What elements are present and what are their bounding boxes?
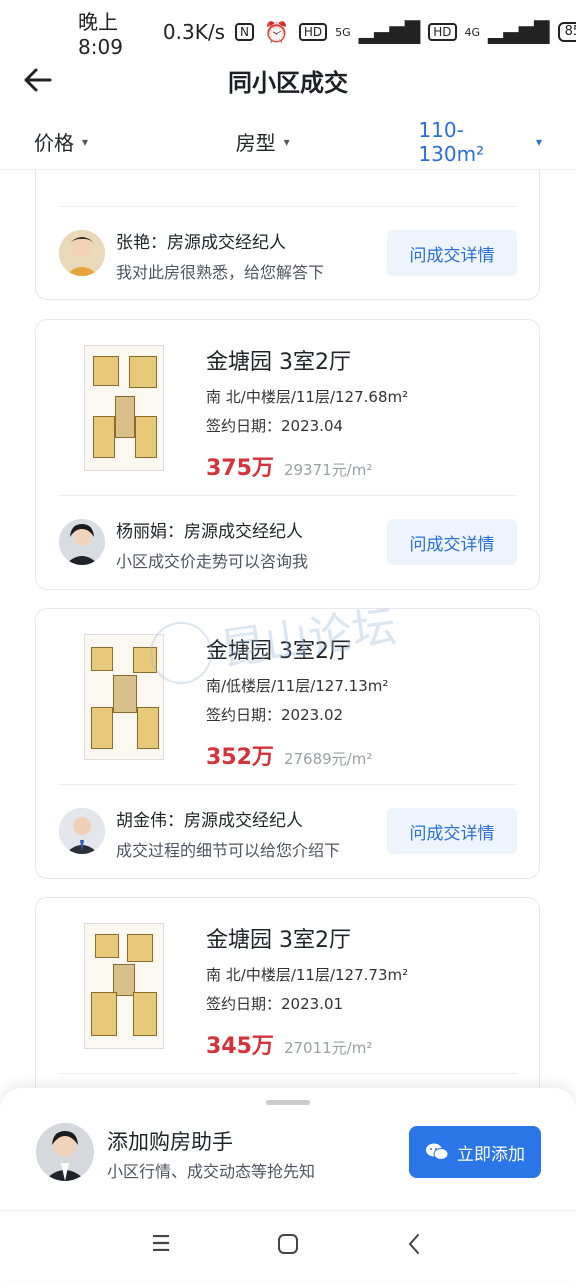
deal-card[interactable]: 金塘园 3室2厅 南 北/中楼层/11层/127.68m² 签约日期：2023.…: [35, 319, 540, 590]
signal-5g-label: 5G: [335, 25, 351, 39]
agent-name: 杨丽娟：房源成交经纪人: [116, 522, 303, 542]
filter-bar: 价格 ▾ 房型 ▾ 110-130m² ▾: [0, 114, 576, 170]
assistant-title: 添加购房助手: [107, 1130, 233, 1154]
deal-card[interactable]: 张艳：房源成交经纪人 我对此房很熟悉，给您解答下 问成交详情: [35, 170, 540, 300]
system-nav-bar: ☰: [0, 1210, 576, 1281]
unit-price: 29371元/m²: [283, 461, 373, 479]
signal-icon-2: ▂▄▆█: [488, 20, 550, 44]
hd-icon-2: HD: [428, 23, 457, 41]
filter-area-label: 110-130m²: [418, 117, 485, 166]
filter-layout-label: 房型: [235, 131, 276, 155]
sign-date: 签约日期：2023.01: [206, 995, 344, 1013]
listing-summary[interactable]: 金塘园 3室2厅 南 北/中楼层/11层/127.73m² 签约日期：2023.…: [36, 898, 539, 1073]
listing-detail: 南 北/中楼层/11层/127.68m²: [206, 388, 409, 406]
top-header: 同小区成交: [0, 50, 576, 110]
chevron-down-icon: ▾: [535, 134, 542, 149]
filter-price-label: 价格: [34, 131, 74, 155]
avatar: [59, 519, 105, 565]
deal-card[interactable]: 金塘园 3室2厅 南 北/中楼层/11层/127.73m² 签约日期：2023.…: [35, 897, 540, 1090]
sign-date: 签约日期：2023.02: [206, 706, 344, 724]
back-icon[interactable]: [399, 1229, 429, 1259]
ask-deal-details-button[interactable]: 问成交详情: [387, 808, 517, 854]
ask-deal-details-button[interactable]: 问成交详情: [387, 519, 517, 565]
wechat-icon: [426, 1143, 449, 1160]
assistant-subtitle: 小区行情、成交动态等抢先知: [107, 1162, 316, 1181]
listing-detail: 南 北/中楼层/11层/127.73m²: [206, 966, 409, 984]
agent-message: 成交过程的细节可以给您介绍下: [116, 841, 341, 860]
divider: [58, 1073, 517, 1074]
total-price: 352万: [206, 745, 274, 770]
hd-icon: HD: [298, 23, 328, 41]
agent-row: 张艳：房源成交经纪人 我对此房很熟悉，给您解答下 问成交详情: [36, 206, 539, 302]
deal-card[interactable]: 金塘园 3室2厅 南/低楼层/11层/127.13m² 签约日期：2023.02…: [35, 608, 540, 879]
listing-summary[interactable]: 金塘园 3室2厅 南 北/中楼层/11层/127.68m² 签约日期：2023.…: [36, 320, 539, 495]
signal-icon: ▂▄▆█: [358, 20, 421, 44]
chevron-down-icon: ▾: [82, 134, 89, 149]
home-icon[interactable]: [273, 1229, 303, 1259]
floorplan-image: [84, 345, 164, 471]
filter-layout[interactable]: 房型 ▾: [236, 127, 419, 156]
filter-price[interactable]: 价格 ▾: [34, 127, 222, 156]
deal-list[interactable]: 张艳：房源成交经纪人 我对此房很熟悉，给您解答下 问成交详情 金塘园 3室2厅 …: [0, 170, 576, 1090]
alarm-icon: ⏰: [264, 20, 289, 44]
sign-date: 签约日期：2023.04: [206, 417, 344, 435]
add-assistant-button[interactable]: 立即添加: [409, 1126, 541, 1178]
agent-name: 胡金伟：房源成交经纪人: [116, 811, 303, 831]
floorplan-image: [84, 923, 164, 1049]
floorplan-image: [84, 634, 164, 760]
unit-price: 27689元/m²: [283, 750, 373, 768]
page-title: 同小区成交: [228, 68, 348, 97]
network-speed: 0.3K/s: [162, 20, 226, 44]
agent-row: 杨丽娟：房源成交经纪人 小区成交价走势可以咨询我 问成交详情: [36, 495, 539, 591]
listing-summary[interactable]: 金塘园 3室2厅 南/低楼层/11层/127.13m² 签约日期：2023.02…: [36, 609, 539, 784]
listing-detail: 南/低楼层/11层/127.13m²: [206, 677, 389, 695]
agent-name: 张艳：房源成交经纪人: [116, 233, 286, 253]
avatar: [36, 1123, 94, 1181]
filter-area[interactable]: 110-130m² ▾: [418, 118, 542, 166]
listing-title: 金塘园 3室2厅: [206, 639, 351, 664]
agent-message: 小区成交价走势可以咨询我: [116, 552, 309, 571]
add-button-label: 立即添加: [457, 1144, 525, 1165]
total-price: 375万: [206, 456, 274, 481]
assistant-sheet: 添加购房助手 小区行情、成交动态等抢先知 立即添加 ☰: [0, 1088, 576, 1280]
unit-price: 27011元/m²: [283, 1039, 373, 1057]
avatar: [59, 808, 105, 854]
ask-deal-details-button[interactable]: 问成交详情: [387, 230, 517, 276]
avatar: [59, 230, 105, 276]
menu-icon[interactable]: ☰: [146, 1229, 176, 1259]
battery-icon: 85: [557, 22, 576, 42]
signal-4g-label: 4G: [464, 25, 481, 39]
agent-row: 胡金伟：房源成交经纪人 成交过程的细节可以给您介绍下 问成交详情: [36, 784, 539, 880]
back-arrow-icon[interactable]: [22, 64, 54, 96]
chevron-down-icon: ▾: [283, 134, 290, 149]
total-price: 345万: [206, 1034, 274, 1059]
listing-title: 金塘园 3室2厅: [206, 350, 351, 375]
listing-title: 金塘园 3室2厅: [206, 928, 351, 953]
agent-message: 我对此房很熟悉，给您解答下: [116, 263, 325, 282]
drag-handle[interactable]: [266, 1100, 310, 1105]
nfc-icon: N: [235, 23, 254, 41]
